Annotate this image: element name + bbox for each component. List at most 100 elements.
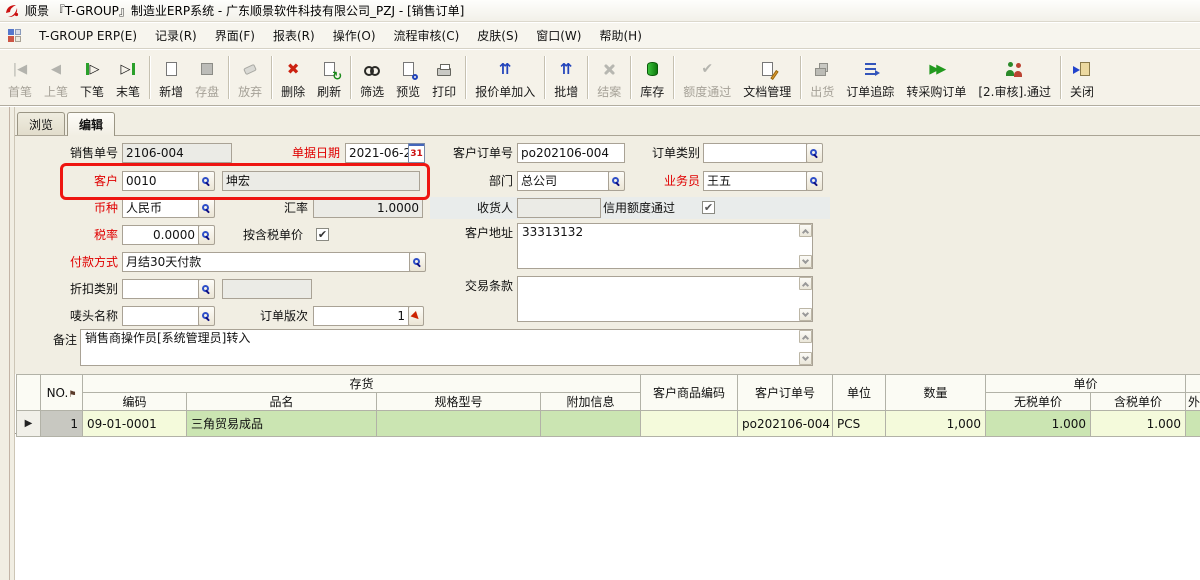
currency-field[interactable]: 人民币 [122,198,199,218]
preview-button[interactable]: 预览 [390,52,426,103]
scroll-up-button[interactable] [799,330,812,343]
col-name-header[interactable]: 品名 [187,393,377,411]
doc-date-field[interactable]: 2021-06-23 [345,143,409,163]
grid-group-header-row: NO.⚑ 存货 客户商品编码 客户订单号 单位 数量 单价 [17,375,1200,393]
menu-tgroup-erp[interactable]: T-GROUP ERP(E) [30,25,146,47]
tab-edit[interactable]: 编辑 [67,112,115,136]
grid-data-row[interactable]: ▶ 1 09-01-0001 三角贸易成品 po202106-004 PCS 1… [17,411,1200,437]
col-spec-header[interactable]: 规格型号 [377,393,541,411]
credit-pass-check-icon: ✔ [696,59,718,79]
menu-record[interactable]: 记录(R) [146,23,206,48]
print-button[interactable]: 打印 [426,52,462,103]
cell-name[interactable]: 三角贸易成品 [187,411,377,437]
scroll-down-button[interactable] [799,255,812,268]
menu-window[interactable]: 窗口(W) [527,23,590,48]
order-type-field[interactable] [703,143,807,163]
menu-operation[interactable]: 操作(O) [324,23,385,48]
close-window-button[interactable]: 关闭 [1064,52,1100,103]
scroll-up-button[interactable] [799,224,812,237]
salesman-field[interactable]: 王五 [703,171,807,191]
order-track-button[interactable]: 订单追踪 [840,52,900,103]
prev-record-button[interactable]: ◀上笔 [38,52,74,103]
save-button[interactable]: 存盘 [189,52,225,103]
menu-skin[interactable]: 皮肤(S) [468,23,527,48]
col-code-header[interactable]: 编码 [83,393,187,411]
toolbar-separator [465,56,466,99]
customer-lookup-button[interactable] [198,171,215,191]
col-extra-header[interactable]: 附加信息 [541,393,641,411]
discount-lookup-button[interactable] [198,279,215,299]
stock-button[interactable]: 库存 [634,52,670,103]
next-record-button[interactable]: ▷下笔 [74,52,110,103]
tab-browse[interactable]: 浏览 [17,112,65,135]
trade-terms-scroll [799,277,812,321]
cell-qty[interactable]: 1,000 [886,411,986,437]
menu-help[interactable]: 帮助(H) [590,23,650,48]
row-selector-cell[interactable]: ▶ [17,411,41,437]
cust-po-field[interactable]: po202106-004 [517,143,625,163]
col-unit-header[interactable]: 单位 [833,375,886,411]
convert-purchase-order-button[interactable]: ▶▶转采购订单 [900,52,972,103]
col-price-no-tax-header[interactable]: 无税单价 [986,393,1091,411]
remark-textarea[interactable]: 销售商操作员[系统管理员]转入 [80,329,813,366]
tab-strip: 浏览 编辑 [17,112,115,136]
cell-price-no-tax[interactable]: 1.000 [986,411,1091,437]
refresh-icon: ↻ [318,59,340,79]
discount-field[interactable] [122,279,199,299]
filter-button[interactable]: 筛选 [354,52,390,103]
cell-cust-item-code[interactable] [641,411,738,437]
order-type-lookup-button[interactable] [806,143,823,163]
col-qty-header[interactable]: 数量 [886,375,986,411]
scroll-up-button[interactable] [799,277,812,290]
col-price-incl-tax-header[interactable]: 含税单价 [1091,393,1186,411]
document-manage-button[interactable]: 文档管理 [737,52,797,103]
tax-rate-lookup-button[interactable] [198,225,215,245]
credit-pass-button[interactable]: ✔额度通过 [677,52,737,103]
delete-button[interactable]: ✖删除 [275,52,311,103]
tax-rate-field[interactable]: 0.0000 [122,225,199,245]
row-selector-header [17,375,41,411]
tax-incl-checkbox[interactable]: ✔ [316,228,329,241]
discount-label: 折扣类别 [28,279,118,299]
cell-price-incl-tax[interactable]: 1.000 [1091,411,1186,437]
cell-unit[interactable]: PCS [833,411,886,437]
credit-check-checkbox[interactable]: ✔ [702,201,715,214]
col-cust-order-no-header[interactable]: 客户订单号 [738,375,833,411]
new-button[interactable]: 新增 [153,52,189,103]
salesman-lookup-button[interactable] [806,171,823,191]
first-record-button[interactable]: |◀首笔 [2,52,38,103]
payment-field[interactable]: 月结30天付款 [122,252,410,272]
cell-spec[interactable] [377,411,541,437]
order-version-button[interactable]: ▶ [408,306,424,326]
menu-interface[interactable]: 界面(F) [206,23,264,48]
close-case-button[interactable]: 结案 [591,52,627,103]
mark-name-field[interactable] [122,306,199,326]
scroll-down-button[interactable] [799,308,812,321]
discard-button[interactable]: 放弃 [232,52,268,103]
scroll-down-button[interactable] [799,352,812,365]
chevron-up-icon [802,281,809,288]
cell-extra[interactable] [541,411,641,437]
last-record-button[interactable]: ▷末笔 [110,52,146,103]
currency-lookup-button[interactable] [198,198,215,218]
customer-code-field[interactable]: 0010 [122,171,199,191]
menu-report[interactable]: 报表(R) [264,23,324,48]
refresh-button[interactable]: ↻刷新 [311,52,347,103]
col-no-header[interactable]: NO.⚑ [41,375,83,411]
cust-addr-textarea[interactable]: 33313132 [517,223,813,269]
col-cust-item-code-header[interactable]: 客户商品编码 [641,375,738,411]
menu-workflow-audit[interactable]: 流程审核(C) [385,23,469,48]
group-inventory-header: 存货 [83,375,641,393]
batch-add-button[interactable]: ⇈批增 [548,52,584,103]
cell-code[interactable]: 09-01-0001 [83,411,187,437]
order-version-field[interactable]: 1 [313,306,409,326]
pin-icon: ⚑ [68,390,76,400]
add-quotation-button[interactable]: ⇈报价单加入 [469,52,541,103]
cell-cust-order-no[interactable]: po202106-004 [738,411,833,437]
mark-name-lookup-button[interactable] [198,306,215,326]
shipment-button[interactable]: 出货 [804,52,840,103]
dept-field[interactable]: 总公司 [517,171,609,191]
payment-lookup-button[interactable] [409,252,426,272]
trade-terms-textarea[interactable] [517,276,813,322]
audit-pass-button[interactable]: [2.审核].通过 [972,52,1057,103]
